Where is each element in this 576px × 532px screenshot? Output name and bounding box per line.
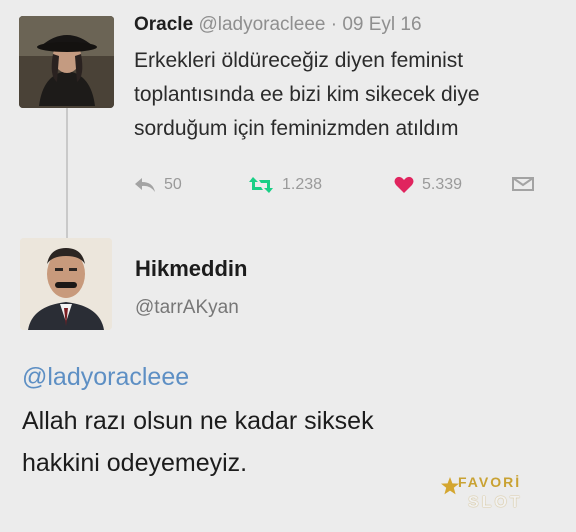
tweet2-line: Allah razı olsun ne kadar siksek [22,407,374,435]
tweet2-author-handle[interactable]: @tarrAKyan [135,297,239,319]
tweet2-author-name[interactable]: Hikmeddin [135,256,247,282]
message-icon [512,177,534,191]
favori-slot-watermark: FAVORİ SLOT [440,470,560,522]
tweet1-action-bar: 50 1.238 5.339 [134,176,574,202]
reply-button[interactable]: 50 [134,176,182,194]
like-button[interactable]: 5.339 [394,176,462,194]
direct-message-button[interactable] [512,176,534,192]
tweet1-line: toplantısında ee bizi kim sikecek diye [134,83,480,106]
watermark-bottom-text: SLOT [468,494,523,511]
tweet1-header: Oracle @ladyoracleee · 09 Eyl 16 [134,14,422,36]
tweet2-mention[interactable]: @ladyoracleee [22,360,562,394]
watermark-top-text: FAVORİ [458,474,522,490]
thread-connector-line [66,108,68,238]
hikmeddin-avatar[interactable] [20,238,112,330]
tweet1-author-name[interactable]: Oracle [134,14,193,35]
reply-count: 50 [164,176,182,193]
retweet-count: 1.238 [282,176,323,193]
retweet-button[interactable]: 1.238 [248,176,322,194]
tweet1-text: Erkekleri öldüreceğiz diyen feminist top… [134,44,574,146]
tweet2-body: @ladyoracleee Allah razı olsun ne kadar … [22,360,562,484]
like-count: 5.339 [422,176,463,193]
oracle-avatar[interactable] [19,16,114,108]
heart-icon [394,176,414,193]
tweet1-line: sorduğum için feminizmden atıldım [134,117,459,140]
star-icon [441,477,459,495]
tweet1-line: Erkekleri öldüreceğiz diyen feminist [134,49,464,72]
reply-icon [135,178,155,192]
retweet-icon [249,177,273,193]
tweet1-meta[interactable]: @ladyoracleee · 09 Eyl 16 [198,14,421,35]
